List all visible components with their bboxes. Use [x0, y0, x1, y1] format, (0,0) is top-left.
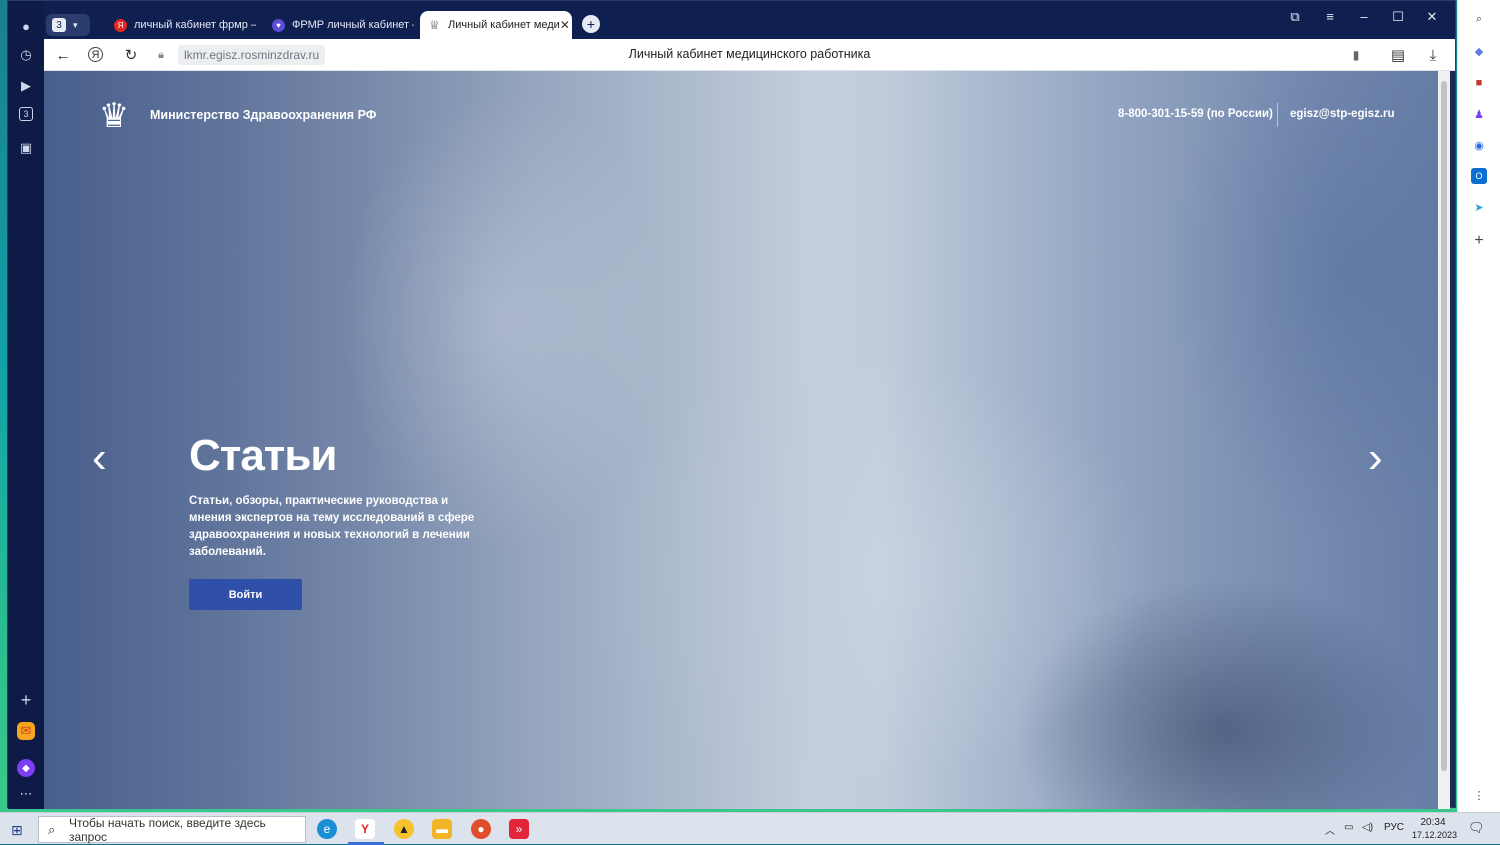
download-icon[interactable]: ⤓ — [1424, 46, 1442, 64]
app-icon-3[interactable]: » — [509, 819, 529, 839]
hero-lead: Статьи, обзоры, практические руководства… — [189, 495, 475, 558]
office-icon[interactable]: ◉ — [1471, 137, 1487, 153]
browser-window: ● ◷ ▶ 3 ▣ + ✉ ◆ ⋯ 3 ▾ Я личный кабинет ф… — [7, 0, 1456, 809]
play-icon[interactable]: ▶ — [16, 76, 36, 96]
login-button[interactable]: Войти — [189, 579, 302, 610]
network-icon[interactable]: ▭ — [1344, 822, 1353, 833]
tab-label: ФРМР личный кабинет — — [292, 19, 414, 31]
app-icon[interactable]: ▲ — [394, 819, 414, 839]
language-indicator[interactable]: РУС — [1384, 822, 1404, 833]
tab-2[interactable]: ♥ ФРМР личный кабинет — — [264, 11, 414, 39]
outlook-icon[interactable]: O — [1471, 168, 1487, 184]
tabs-count-icon[interactable]: 3 — [19, 107, 33, 121]
yandex-favicon-icon: Я — [114, 18, 127, 32]
windows-start-icon[interactable]: ⊞ — [11, 822, 23, 839]
address-bar: ← Я ↻ 🔒︎ lkmr.egisz.rosminzdrav.ru Личны… — [44, 39, 1455, 71]
tray-chevron-icon[interactable]: ︿ — [1325, 822, 1335, 837]
notifications-icon[interactable]: 🗨︎ — [1468, 820, 1485, 836]
screenshot-icon[interactable]: ▣ — [16, 138, 36, 158]
menu-icon[interactable]: ≡ — [1319, 9, 1341, 24]
chevron-down-icon: ▾ — [73, 19, 78, 30]
add-panel-icon[interactable]: + — [1471, 232, 1487, 249]
minimize-icon[interactable]: – — [1353, 9, 1375, 24]
edge-icon[interactable]: e — [317, 819, 337, 839]
mail-icon[interactable]: ✉ — [17, 722, 35, 740]
add-icon[interactable]: + — [16, 690, 36, 710]
profile-icon[interactable]: ● — [16, 16, 36, 36]
tab-group-switcher[interactable]: 3 ▾ — [46, 14, 90, 36]
new-tab-icon[interactable]: + — [582, 15, 600, 33]
maximize-icon[interactable]: ☐ — [1387, 9, 1409, 25]
volume-icon[interactable]: ◁) — [1362, 822, 1373, 833]
yandex-browser-icon[interactable]: Y — [355, 819, 375, 839]
emblem-favicon-icon: ♕ — [429, 18, 440, 32]
tab-3-active[interactable]: ♕ Личный кабинет меди ✕ — [420, 11, 572, 39]
alice-icon[interactable]: ◆ — [17, 759, 35, 777]
tab-bar: 3 ▾ Я личный кабинет фрмр — ♥ ФРМР личны… — [44, 1, 1455, 39]
header-divider — [1277, 103, 1278, 127]
panel-more-icon[interactable]: ⋮ — [1471, 787, 1487, 803]
more-icon[interactable]: ⋯ — [16, 784, 36, 804]
brand-name[interactable]: Министерство Здравоохранения РФ — [150, 108, 376, 122]
tab-label: Личный кабинет меди — [448, 19, 560, 31]
browser-sidebar: ● ◷ ▶ 3 ▣ + ✉ ◆ ⋯ — [8, 1, 44, 809]
close-window-icon[interactable]: ✕ — [1421, 9, 1443, 25]
briefcase-icon[interactable]: ■ — [1471, 75, 1487, 91]
taskbar-search[interactable]: ⌕ Чтобы начать поиск, введите здесь запр… — [38, 815, 306, 844]
collections-icon[interactable]: ⧉ — [1284, 9, 1306, 25]
search-icon[interactable]: ⌕ — [1471, 11, 1487, 27]
people-icon[interactable]: ♟ — [1471, 106, 1487, 122]
tag-icon[interactable]: ◆ — [1471, 43, 1487, 59]
carousel-next-icon[interactable]: › — [1368, 436, 1383, 480]
email-link[interactable]: egisz@stp-egisz.ru — [1290, 108, 1395, 120]
reading-list-icon[interactable]: ▤ — [1389, 46, 1407, 64]
close-tab-icon[interactable]: ✕ — [560, 18, 570, 32]
page-scrollbar[interactable] — [1438, 71, 1450, 809]
app-icon-2[interactable]: ● — [471, 819, 491, 839]
clock[interactable]: 20:34 17.12.2023 — [1412, 816, 1458, 842]
tab-counter-badge: 3 — [52, 18, 66, 32]
right-side-panel: ⌕ ◆ ■ ♟ ◉ O ➤ + ⋮ — [1457, 0, 1500, 812]
file-explorer-icon[interactable]: ▬ — [432, 819, 452, 839]
clock-time: 20:34 — [1420, 817, 1446, 828]
phone-link[interactable]: 8-800-301-15-59 (по России) — [1118, 108, 1273, 120]
tab-label: личный кабинет фрмр — — [134, 19, 256, 31]
scrollbar-thumb[interactable] — [1441, 81, 1447, 771]
hero-title: Статьи — [189, 431, 337, 480]
search-placeholder: Чтобы начать поиск, введите здесь запрос — [69, 815, 266, 844]
frmr-favicon-icon: ♥ — [272, 18, 285, 32]
clock-date: 17.12.2023 — [1412, 830, 1458, 840]
eagle-emblem-icon: ♛ — [98, 97, 130, 135]
history-icon[interactable]: ◷ — [16, 45, 36, 65]
tab-1[interactable]: Я личный кабинет фрмр — — [106, 11, 256, 39]
web-page: ♛ Министерство Здравоохранения РФ 8-800-… — [44, 71, 1438, 809]
bookmark-icon[interactable]: ▮ — [1347, 46, 1365, 64]
windows-taskbar: ⊞ ⌕ Чтобы начать поиск, введите здесь за… — [0, 812, 1500, 845]
search-icon: ⌕ — [48, 822, 56, 837]
send-icon[interactable]: ➤ — [1471, 199, 1487, 215]
carousel-prev-icon[interactable]: ‹ — [92, 436, 107, 480]
page-title: Личный кабинет медицинского работника — [628, 47, 871, 61]
